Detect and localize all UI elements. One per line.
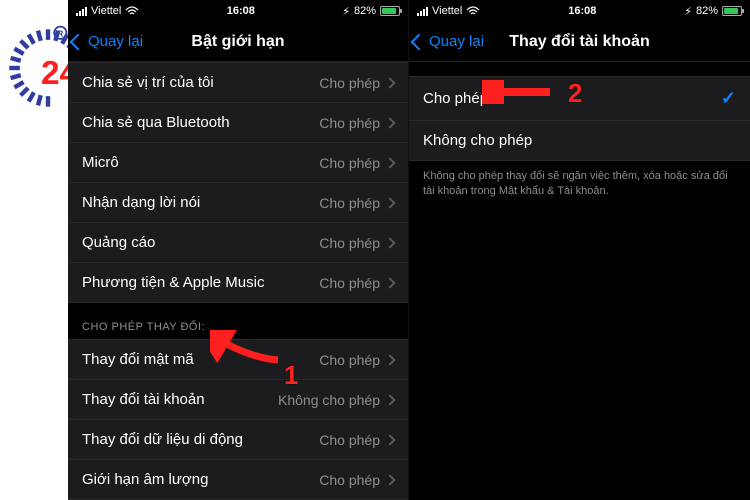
footnote: Không cho phép thay đổi sẽ ngăn việc thê… — [409, 161, 750, 208]
chevron-left-icon — [411, 33, 428, 50]
settings-list: Chia sẻ vị trí của tôiCho phépChia sẻ qu… — [68, 62, 408, 500]
back-button[interactable]: Quay lại — [409, 33, 484, 50]
chevron-right-icon — [384, 197, 395, 208]
chevron-right-icon — [384, 434, 395, 445]
svg-text:R: R — [57, 29, 63, 38]
chevron-right-icon — [384, 354, 395, 365]
clock: 16:08 — [568, 5, 596, 17]
settings-row[interactable]: Thay đổi dữ liệu di độngCho phép — [68, 420, 408, 460]
settings-row[interactable]: MicrôCho phép — [68, 143, 408, 183]
settings-row[interactable]: Chia sẻ vị trí của tôiCho phép — [68, 62, 408, 103]
row-label: Thay đổi dữ liệu di động — [82, 431, 319, 448]
chevron-left-icon — [70, 33, 87, 50]
row-value: Cho phép — [319, 115, 394, 131]
chevron-right-icon — [384, 474, 395, 485]
chevron-right-icon — [384, 117, 395, 128]
row-value: Cho phép — [319, 472, 394, 488]
row-value: Cho phép — [319, 432, 394, 448]
chevron-right-icon — [384, 237, 395, 248]
options-list: Cho phép✓ Không cho phép Không cho phép t… — [409, 62, 750, 500]
settings-row[interactable]: Chia sẻ qua BluetoothCho phép — [68, 103, 408, 143]
row-value: ✓ — [721, 88, 736, 109]
battery-icon — [722, 6, 742, 16]
row-value: Cho phép — [319, 352, 394, 368]
checkmark-icon: ✓ — [721, 88, 736, 109]
wifi-icon — [466, 6, 480, 16]
row-label: Thay đổi mật mã — [82, 351, 319, 368]
clock: 16:08 — [227, 5, 255, 17]
row-label: Quảng cáo — [82, 234, 319, 251]
back-button[interactable]: Quay lại — [68, 33, 143, 50]
settings-row[interactable]: Phương tiện & Apple MusicCho phép — [68, 263, 408, 303]
row-value: Cho phép — [319, 235, 394, 251]
settings-row[interactable]: Giới hạn âm lượngCho phép — [68, 460, 408, 500]
chevron-right-icon — [384, 277, 395, 288]
row-value: Không cho phép — [278, 392, 394, 408]
signal-icon — [417, 7, 428, 16]
row-label: Chia sẻ vị trí của tôi — [82, 74, 319, 91]
battery-pct: 82% — [696, 5, 718, 17]
chevron-right-icon — [384, 394, 395, 405]
section-header: CHO PHÉP THAY ĐỔI: — [68, 303, 408, 339]
row-value: Cho phép — [319, 195, 394, 211]
nav-bar: Quay lại Thay đổi tài khoản — [409, 22, 750, 62]
left-screenshot: Viettel 16:08 ⚡︎ 82% Quay lại Bật giới h… — [68, 0, 409, 500]
option-row[interactable]: Cho phép✓ — [409, 76, 750, 121]
chevron-right-icon — [384, 77, 395, 88]
settings-row[interactable]: Thay đổi tài khoảnKhông cho phép — [68, 380, 408, 420]
carrier: Viettel — [91, 5, 121, 17]
row-label: Chia sẻ qua Bluetooth — [82, 114, 319, 131]
nav-bar: Quay lại Bật giới hạn — [68, 22, 408, 62]
carrier: Viettel — [432, 5, 462, 17]
row-label: Không cho phép — [423, 132, 736, 149]
row-label: Giới hạn âm lượng — [82, 471, 319, 488]
row-label: Nhận dạng lời nói — [82, 194, 319, 211]
row-value: Cho phép — [319, 155, 394, 171]
row-label: Cho phép — [423, 90, 721, 107]
battery-icon — [380, 6, 400, 16]
settings-row[interactable]: Quảng cáoCho phép — [68, 223, 408, 263]
row-value: Cho phép — [319, 75, 394, 91]
wifi-icon — [125, 6, 139, 16]
back-label: Quay lại — [88, 33, 143, 50]
row-label: Micrô — [82, 154, 319, 171]
option-row[interactable]: Không cho phép — [409, 121, 750, 161]
battery-pct: 82% — [354, 5, 376, 17]
right-screenshot: Viettel 16:08 ⚡︎ 82% Quay lại Thay đổi t… — [409, 0, 750, 500]
back-label: Quay lại — [429, 33, 484, 50]
settings-row[interactable]: Nhận dạng lời nóiCho phép — [68, 183, 408, 223]
status-bar: Viettel 16:08 ⚡︎ 82% — [68, 0, 408, 22]
status-bar: Viettel 16:08 ⚡︎ 82% — [409, 0, 750, 22]
row-label: Thay đổi tài khoản — [82, 391, 278, 408]
chevron-right-icon — [384, 157, 395, 168]
signal-icon — [76, 7, 87, 16]
settings-row[interactable]: Thay đổi mật mãCho phép — [68, 339, 408, 380]
row-value: Cho phép — [319, 275, 394, 291]
row-label: Phương tiện & Apple Music — [82, 274, 319, 291]
